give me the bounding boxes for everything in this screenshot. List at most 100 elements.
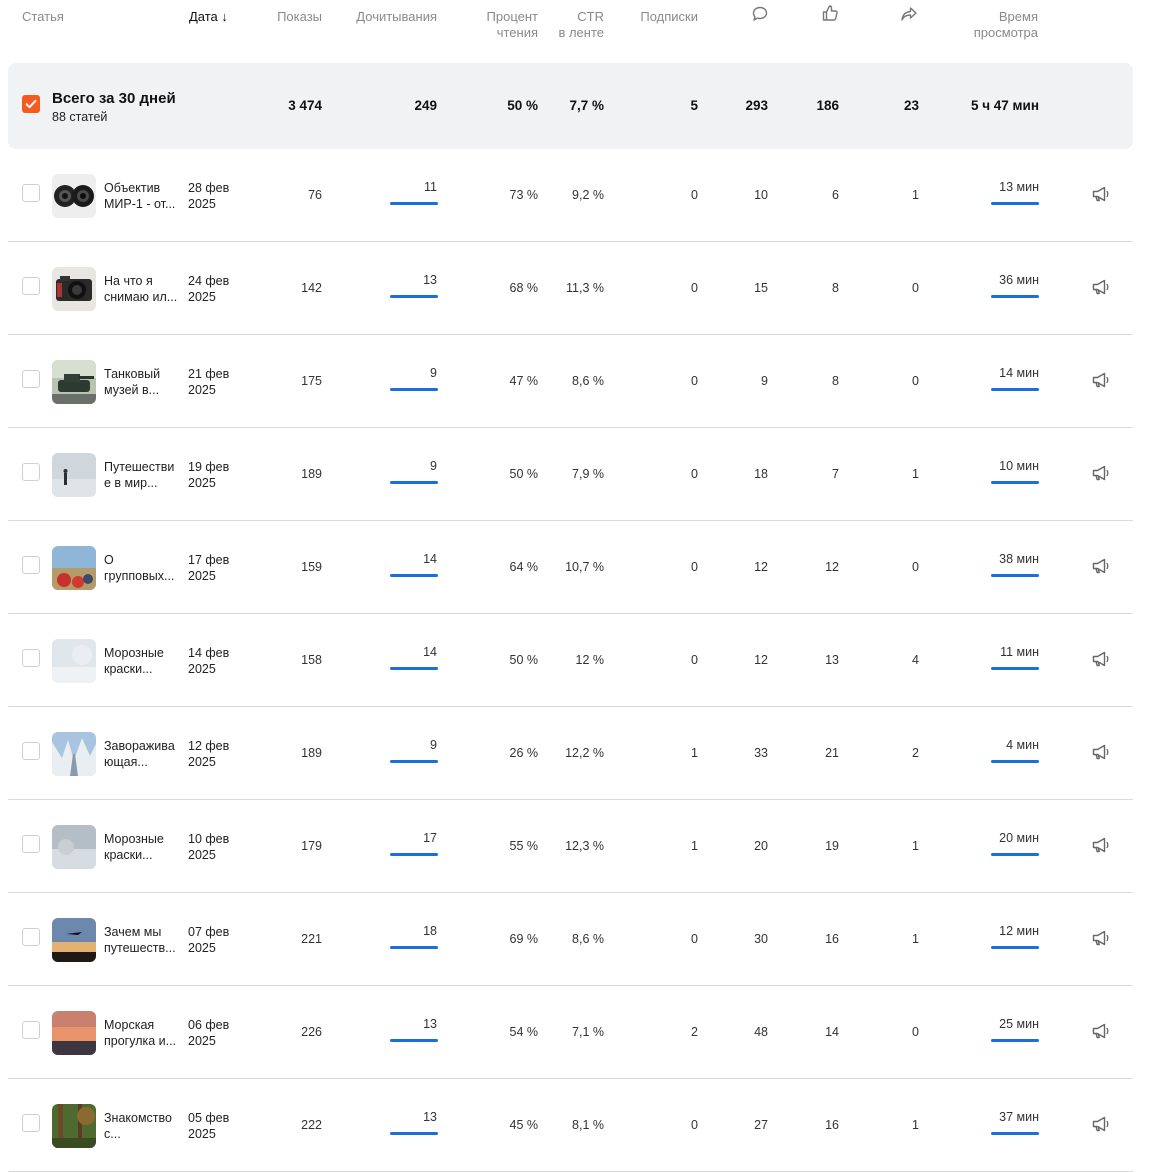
- col-views[interactable]: Показы: [260, 9, 322, 25]
- row-checkbox[interactable]: [22, 370, 40, 388]
- row-checkbox[interactable]: [22, 742, 40, 760]
- row-watch-time[interactable]: 36 мин: [939, 273, 1039, 287]
- article-thumbnail[interactable]: [52, 546, 96, 590]
- article-row[interactable]: Танковый музей в... 21 фев 2025 175 9 47…: [8, 335, 1133, 428]
- row-reads[interactable]: 9: [340, 366, 437, 380]
- promote-button[interactable]: [1091, 464, 1111, 482]
- article-thumbnail[interactable]: [52, 1011, 96, 1055]
- row-watch-time[interactable]: 10 мин: [939, 459, 1039, 473]
- article-title[interactable]: Знакомство с...: [104, 1110, 184, 1142]
- row-watch-time[interactable]: 11 мин: [939, 645, 1039, 659]
- row-watch-time[interactable]: 38 мин: [939, 552, 1039, 566]
- col-date-sort[interactable]: Дата ↓: [189, 9, 228, 25]
- row-watch-time[interactable]: 20 мин: [939, 831, 1039, 845]
- row-reads[interactable]: 17: [340, 831, 437, 845]
- row-checkbox[interactable]: [22, 928, 40, 946]
- row-checkbox[interactable]: [22, 1021, 40, 1039]
- article-row[interactable]: О групповых... 17 фев 2025 159 14 64 % 1…: [8, 521, 1133, 614]
- promote-button[interactable]: [1091, 650, 1111, 668]
- article-row[interactable]: Путешестви е в мир... 19 фев 2025 189 9 …: [8, 428, 1133, 521]
- row-watch-time[interactable]: 37 мин: [939, 1110, 1039, 1124]
- article-row[interactable]: На что я снимаю ил... 24 фев 2025 142 13…: [8, 242, 1133, 335]
- row-views: 226: [301, 1025, 322, 1039]
- col-comments[interactable]: [751, 5, 769, 23]
- promote-button[interactable]: [1091, 557, 1111, 575]
- article-thumbnail[interactable]: [52, 732, 96, 776]
- row-reads[interactable]: 13: [340, 1110, 437, 1124]
- select-all-checkbox[interactable]: [22, 95, 40, 113]
- article-title[interactable]: Морозные краски...: [104, 645, 184, 677]
- row-checkbox[interactable]: [22, 463, 40, 481]
- col-watch-time[interactable]: Время просмотра: [950, 9, 1038, 41]
- article-thumbnail[interactable]: [52, 360, 96, 404]
- row-watch-time[interactable]: 4 мин: [939, 738, 1039, 752]
- promote-button[interactable]: [1091, 278, 1111, 296]
- article-title[interactable]: Завораживa ющая...: [104, 738, 184, 770]
- article-row[interactable]: Морская прогулка и... 06 фев 2025 226 13…: [8, 986, 1133, 1079]
- article-row[interactable]: Знакомство с... 05 фев 2025 222 13 45 % …: [8, 1079, 1133, 1172]
- promote-button[interactable]: [1091, 185, 1111, 203]
- promote-button[interactable]: [1091, 1115, 1111, 1133]
- row-reads[interactable]: 18: [340, 924, 437, 938]
- article-thumbnail[interactable]: [52, 918, 96, 962]
- article-title[interactable]: На что я снимаю ил...: [104, 273, 184, 305]
- row-checkbox[interactable]: [22, 556, 40, 574]
- col-ctr[interactable]: CTR в ленте: [540, 9, 604, 41]
- article-date-year: 2025: [188, 569, 216, 583]
- article-title-line2: краски...: [104, 848, 153, 862]
- row-reads[interactable]: 14: [340, 552, 437, 566]
- row-views: 221: [301, 932, 322, 946]
- article-row[interactable]: Морозные краски... 10 фев 2025 179 17 55…: [8, 800, 1133, 893]
- row-watch-time-bar: [991, 760, 1039, 763]
- article-thumbnail[interactable]: [52, 1104, 96, 1148]
- article-title[interactable]: Зачем мы путешеств...: [104, 924, 184, 956]
- article-title[interactable]: Морозные краски...: [104, 831, 184, 863]
- article-row[interactable]: Объектив МИР-1 - от... 28 фев 2025 76 11…: [8, 149, 1133, 242]
- article-title[interactable]: Танковый музей в...: [104, 366, 184, 398]
- promote-button[interactable]: [1091, 743, 1111, 761]
- promote-button[interactable]: [1091, 1022, 1111, 1040]
- total-watch-time: 5 ч 47 мин: [970, 98, 1039, 113]
- article-title[interactable]: Путешестви е в мир...: [104, 459, 184, 491]
- row-checkbox[interactable]: [22, 1114, 40, 1132]
- row-checkbox[interactable]: [22, 277, 40, 295]
- article-title[interactable]: О групповых...: [104, 552, 184, 584]
- row-checkbox[interactable]: [22, 649, 40, 667]
- row-reads[interactable]: 9: [340, 459, 437, 473]
- article-thumbnail[interactable]: [52, 453, 96, 497]
- row-watch-time[interactable]: 25 мин: [939, 1017, 1039, 1031]
- col-article[interactable]: Статья: [22, 9, 64, 25]
- row-watch-time[interactable]: 12 мин: [939, 924, 1039, 938]
- row-watch-time[interactable]: 14 мин: [939, 366, 1039, 380]
- article-title-line2: групповых...: [104, 569, 175, 583]
- article-title[interactable]: Морская прогулка и...: [104, 1017, 184, 1049]
- row-reads-bar: [390, 388, 438, 391]
- row-reads[interactable]: 9: [340, 738, 437, 752]
- row-checkbox[interactable]: [22, 184, 40, 202]
- row-likes: 13: [825, 653, 839, 667]
- col-subscriptions[interactable]: Подписки: [620, 9, 698, 25]
- row-reads[interactable]: 13: [340, 273, 437, 287]
- promote-button[interactable]: [1091, 929, 1111, 947]
- promote-button[interactable]: [1091, 371, 1111, 389]
- article-title[interactable]: Объектив МИР-1 - от...: [104, 180, 184, 212]
- col-read-percent[interactable]: Процент чтения: [460, 9, 538, 41]
- col-shares[interactable]: [900, 5, 918, 23]
- article-date-year: 2025: [188, 290, 216, 304]
- article-thumbnail[interactable]: [52, 639, 96, 683]
- article-row[interactable]: Зачем мы путешеств... 07 фев 2025 221 18…: [8, 893, 1133, 986]
- row-checkbox[interactable]: [22, 835, 40, 853]
- promote-button[interactable]: [1091, 836, 1111, 854]
- row-watch-time[interactable]: 13 мин: [939, 180, 1039, 194]
- row-read-percent: 26 %: [509, 746, 539, 760]
- col-likes[interactable]: [821, 4, 839, 22]
- article-row[interactable]: Завораживa ющая... 12 фев 2025 189 9 26 …: [8, 707, 1133, 800]
- row-reads[interactable]: 11: [340, 180, 437, 194]
- article-row[interactable]: Морозные краски... 14 фев 2025 158 14 50…: [8, 614, 1133, 707]
- article-thumbnail[interactable]: [52, 174, 96, 218]
- article-thumbnail[interactable]: [52, 825, 96, 869]
- row-reads[interactable]: 14: [340, 645, 437, 659]
- col-reads[interactable]: Дочитывания: [340, 9, 437, 25]
- row-reads[interactable]: 13: [340, 1017, 437, 1031]
- article-thumbnail[interactable]: [52, 267, 96, 311]
